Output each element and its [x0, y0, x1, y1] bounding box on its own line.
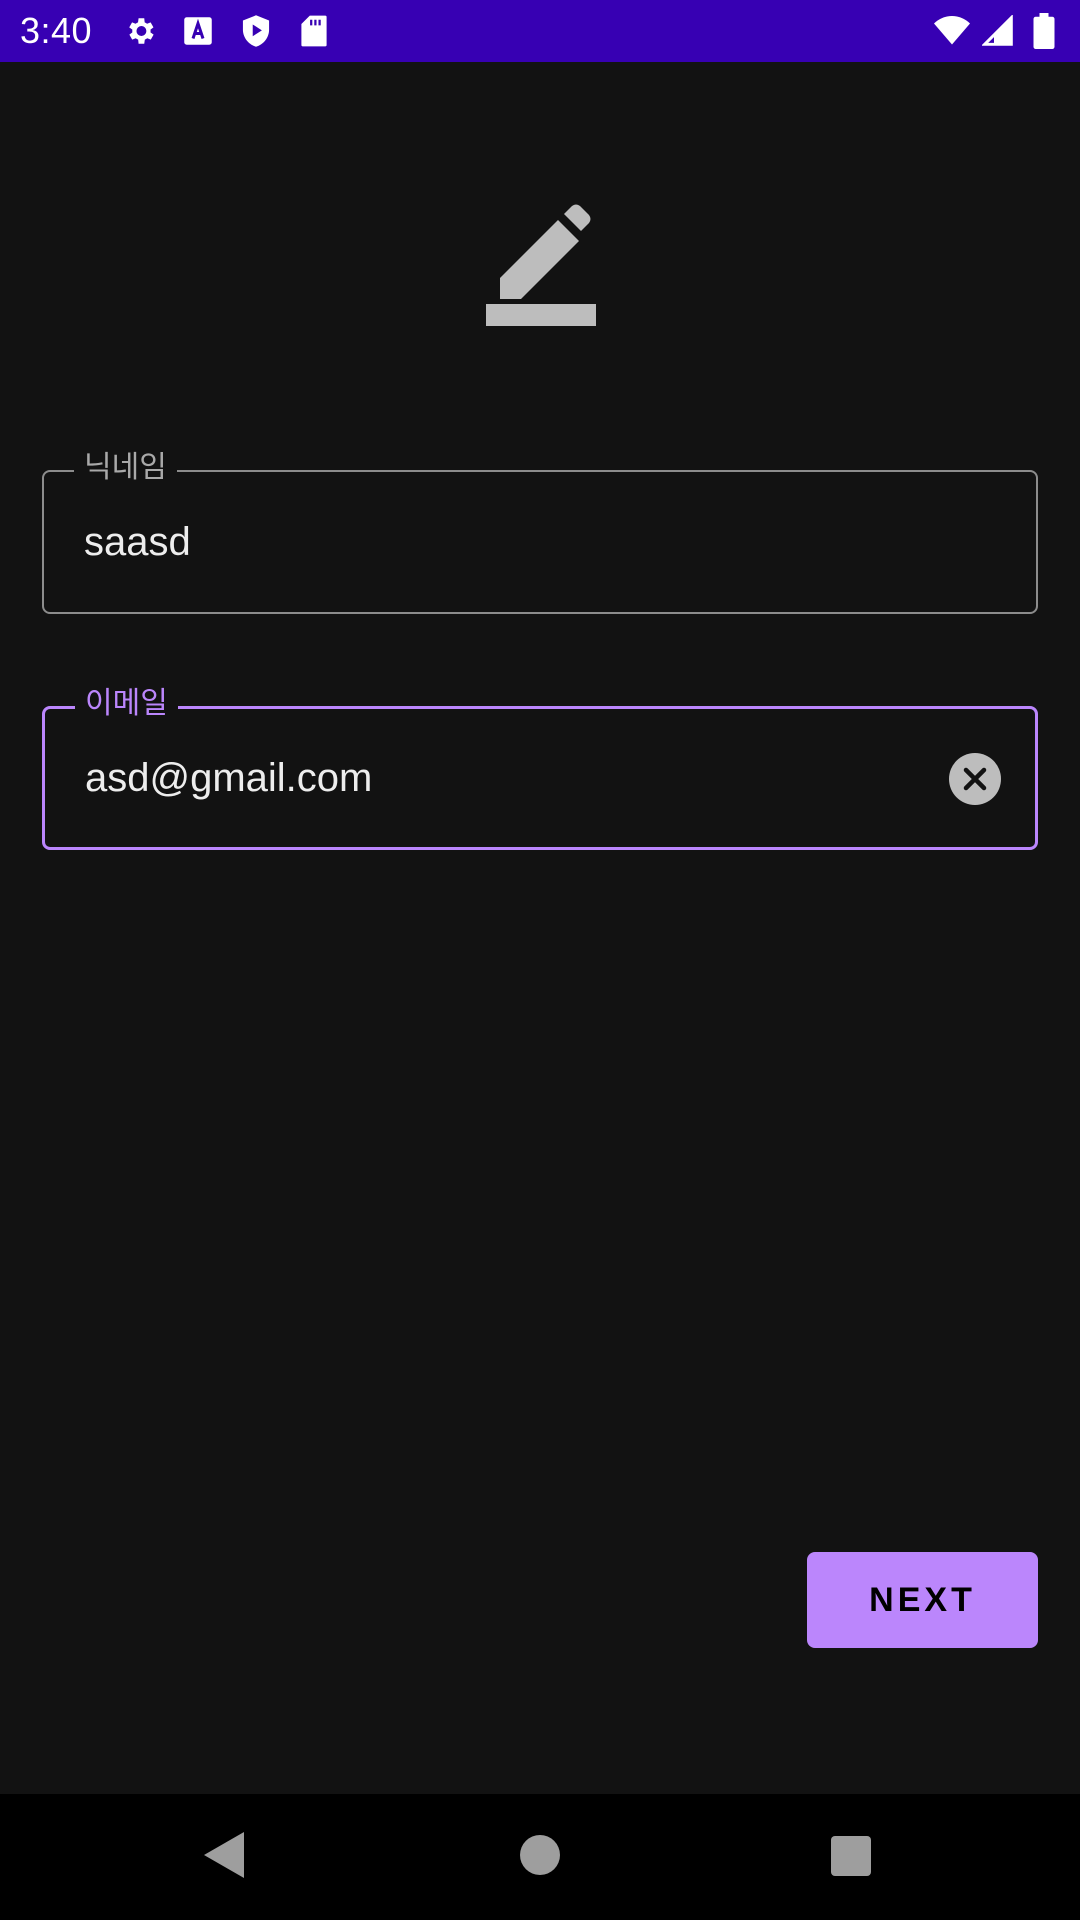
recents-square-icon[interactable]: [831, 1836, 871, 1876]
home-circle-icon[interactable]: [520, 1835, 560, 1875]
status-icons-left: [122, 13, 332, 49]
cell-signal-icon: [980, 13, 1016, 49]
email-field[interactable]: 이메일 asd@gmail.com: [42, 682, 1038, 850]
next-button[interactable]: NEXT: [807, 1552, 1038, 1648]
nickname-field[interactable]: 닉네임 saasd: [42, 446, 1038, 614]
navigation-bar: [0, 1794, 1080, 1920]
back-triangle-icon[interactable]: [204, 1832, 244, 1883]
status-time: 3:40: [20, 10, 93, 51]
clear-circle-icon[interactable]: [949, 753, 1001, 805]
wifi-icon: [934, 13, 970, 49]
battery-icon: [1026, 13, 1062, 49]
nickname-input[interactable]: saasd: [84, 472, 191, 612]
email-input[interactable]: asd@gmail.com: [85, 709, 372, 847]
edit-pencil-icon: [486, 204, 596, 326]
status-bar: 3:40: [0, 0, 1080, 62]
play-shield-icon: [238, 13, 274, 49]
gear-icon: [122, 13, 158, 49]
status-icons-right: [934, 0, 1062, 62]
sd-card-icon: [296, 13, 332, 49]
font-a-icon: [180, 13, 216, 49]
